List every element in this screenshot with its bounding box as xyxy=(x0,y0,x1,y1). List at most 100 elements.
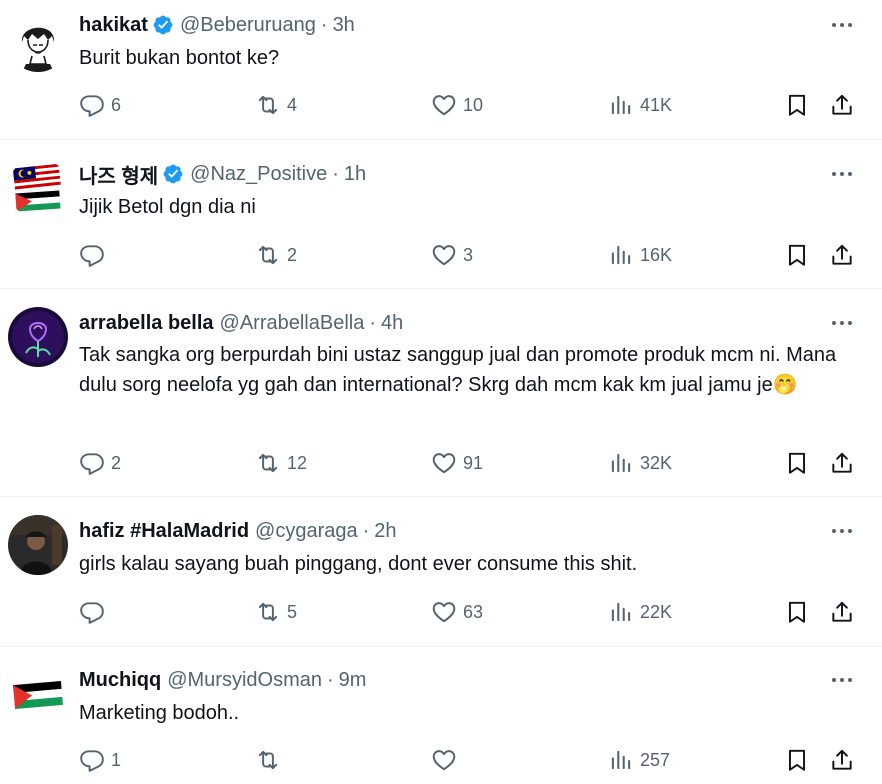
reply-button[interactable] xyxy=(79,597,111,627)
like-button[interactable]: 91 xyxy=(431,448,483,478)
bookmark-icon xyxy=(784,599,810,625)
avatar[interactable] xyxy=(8,515,68,575)
tweet-header: hafiz #HalaMadrid @cygaraga · 2h xyxy=(79,517,397,545)
tweet[interactable]: hafiz #HalaMadrid @cygaraga · 2h girls k… xyxy=(0,497,882,647)
bookmark-button[interactable] xyxy=(784,90,810,120)
avatar[interactable] xyxy=(8,307,68,367)
separator-dot: · xyxy=(320,13,328,36)
more-options-button[interactable] xyxy=(828,519,856,543)
more-icon xyxy=(832,529,852,533)
reply-count: 2 xyxy=(111,452,122,473)
avatar[interactable] xyxy=(8,12,68,72)
like-button[interactable]: 3 xyxy=(431,240,473,270)
retweet-button[interactable]: 12 xyxy=(255,448,307,478)
tweet[interactable]: arrabella bella @ArrabellaBella · 4h Tak… xyxy=(0,289,882,497)
like-count: 63 xyxy=(463,601,484,622)
tweet-header: Muchiqq @MursyidOsman · 9m xyxy=(79,666,366,694)
retweet-icon xyxy=(255,747,281,773)
like-button[interactable]: 63 xyxy=(431,597,483,627)
share-button[interactable] xyxy=(829,745,855,775)
views-icon xyxy=(608,747,634,773)
reply-count: 1 xyxy=(111,749,122,770)
display-name[interactable]: arrabella bella xyxy=(79,312,214,335)
tweet-actions: 1 257 xyxy=(0,745,882,775)
share-button[interactable] xyxy=(829,448,855,478)
timestamp[interactable]: 2h xyxy=(374,520,396,543)
display-name[interactable]: Muchiqq xyxy=(79,669,161,692)
reply-button[interactable]: 2 xyxy=(79,448,121,478)
views-count: 22K xyxy=(640,601,673,622)
timestamp[interactable]: 3h xyxy=(333,14,355,37)
retweet-icon xyxy=(255,92,281,118)
retweet-icon xyxy=(255,599,281,625)
like-button[interactable] xyxy=(431,745,463,775)
like-count: 3 xyxy=(463,244,474,265)
retweet-count: 12 xyxy=(287,452,308,473)
timestamp[interactable]: 1h xyxy=(344,163,366,186)
like-icon xyxy=(431,242,457,268)
reply-button[interactable]: 6 xyxy=(79,90,121,120)
display-name[interactable]: 나즈 형제 xyxy=(79,160,158,189)
retweet-button[interactable]: 4 xyxy=(255,90,297,120)
share-button[interactable] xyxy=(829,240,855,270)
retweet-button[interactable]: 5 xyxy=(255,597,297,627)
reply-icon xyxy=(79,92,105,118)
timestamp[interactable]: 4h xyxy=(381,312,403,335)
more-options-button[interactable] xyxy=(828,13,856,37)
bookmark-icon xyxy=(784,747,810,773)
bookmark-icon xyxy=(784,450,810,476)
more-options-button[interactable] xyxy=(828,162,856,186)
tweet-feed: hakikat @Beberuruang · 3h Burit bukan bo… xyxy=(0,0,882,784)
views-button[interactable]: 16K xyxy=(608,240,672,270)
tweet[interactable]: Muchiqq @MursyidOsman · 9m Marketing bod… xyxy=(0,647,882,784)
share-button[interactable] xyxy=(829,597,855,627)
tweet[interactable]: hakikat @Beberuruang · 3h Burit bukan bo… xyxy=(0,0,882,140)
more-options-button[interactable] xyxy=(828,311,856,335)
bookmark-button[interactable] xyxy=(784,240,810,270)
reply-icon xyxy=(79,450,105,476)
share-icon xyxy=(829,599,855,625)
bookmark-button[interactable] xyxy=(784,745,810,775)
separator-dot: · xyxy=(332,162,339,185)
share-button[interactable] xyxy=(829,90,855,120)
bookmark-icon xyxy=(784,92,810,118)
more-icon xyxy=(832,321,852,325)
user-handle[interactable]: @Beberuruang xyxy=(180,14,316,37)
tweet-header: 나즈 형제 @Naz_Positive · 1h xyxy=(79,160,366,188)
timestamp[interactable]: 9m xyxy=(339,669,367,692)
display-name[interactable]: hafiz #HalaMadrid xyxy=(79,520,249,543)
user-handle[interactable]: @ArrabellaBella xyxy=(220,312,365,335)
views-button[interactable]: 22K xyxy=(608,597,672,627)
bookmark-button[interactable] xyxy=(784,597,810,627)
avatar[interactable] xyxy=(8,665,68,725)
more-icon xyxy=(832,678,852,682)
views-button[interactable]: 41K xyxy=(608,90,672,120)
retweet-button[interactable] xyxy=(255,745,287,775)
share-icon xyxy=(829,92,855,118)
user-handle[interactable]: @Naz_Positive xyxy=(190,163,327,186)
reply-button[interactable]: 1 xyxy=(79,745,121,775)
tweet[interactable]: 나즈 형제 @Naz_Positive · 1h Jijik Betol dgn… xyxy=(0,140,882,289)
views-button[interactable]: 257 xyxy=(608,745,670,775)
reply-icon xyxy=(79,242,105,268)
views-count: 32K xyxy=(640,452,673,473)
reply-icon xyxy=(79,599,105,625)
more-icon xyxy=(832,172,852,176)
separator-dot: · xyxy=(369,311,377,334)
verified-badge-icon xyxy=(162,163,184,185)
bookmark-button[interactable] xyxy=(784,448,810,478)
share-icon xyxy=(829,450,855,476)
retweet-count: 2 xyxy=(287,244,298,265)
tweet-actions: 2 12 91 32K xyxy=(0,448,882,478)
like-button[interactable]: 10 xyxy=(431,90,483,120)
tweet-header: arrabella bella @ArrabellaBella · 4h xyxy=(79,309,403,337)
more-options-button[interactable] xyxy=(828,668,856,692)
avatar[interactable] xyxy=(8,158,68,218)
display-name[interactable]: hakikat xyxy=(79,14,148,37)
reply-button[interactable] xyxy=(79,240,111,270)
user-handle[interactable]: @MursyidOsman xyxy=(167,669,322,692)
tweet-text: Marketing bodoh.. xyxy=(79,702,240,724)
user-handle[interactable]: @cygaraga xyxy=(255,520,358,543)
retweet-button[interactable]: 2 xyxy=(255,240,297,270)
views-button[interactable]: 32K xyxy=(608,448,672,478)
